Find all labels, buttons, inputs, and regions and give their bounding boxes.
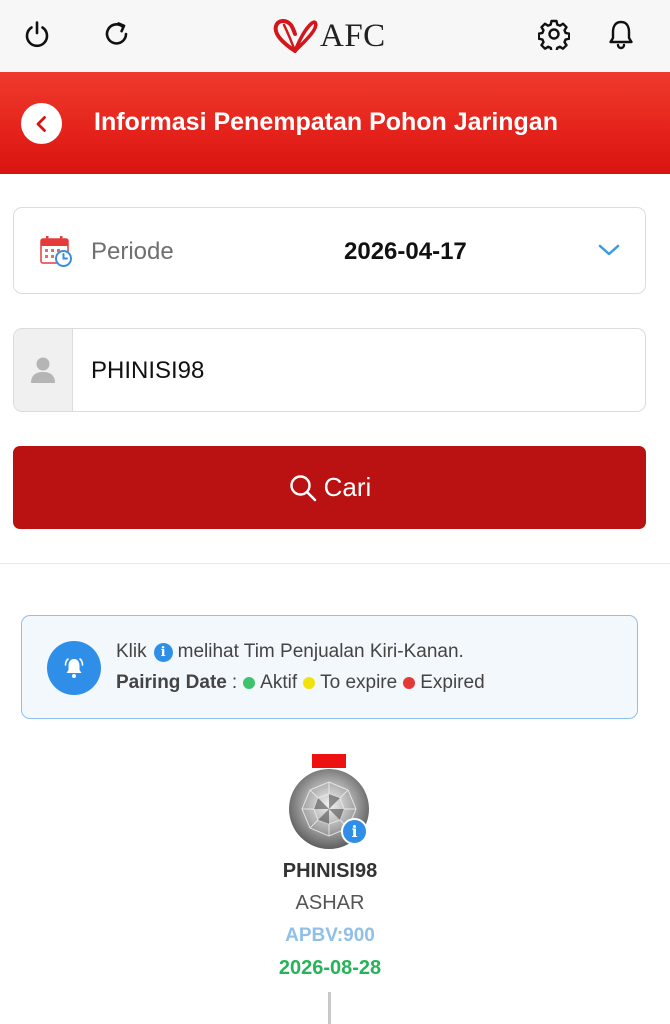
user-id-input[interactable] <box>91 357 591 385</box>
pairing-label: Pairing Date <box>116 672 227 693</box>
top-bar: AFC <box>0 0 670 72</box>
tree-connector-line <box>328 992 331 1024</box>
bell-icon[interactable] <box>601 14 641 54</box>
logo-text: AFC <box>320 17 386 54</box>
legend-label-expired: Expired <box>420 672 485 693</box>
settings-icon[interactable] <box>534 14 574 54</box>
user-addon <box>14 329 73 411</box>
periode-label: Periode <box>91 238 174 265</box>
info-icon: i <box>153 642 173 662</box>
node-pairing-date: 2026-08-28 <box>278 957 382 979</box>
node-member-id: PHINISI98 <box>282 860 378 882</box>
legend-dot-to-expire <box>303 677 316 689</box>
legend-dot-active <box>243 677 256 689</box>
periode-value[interactable]: 2026-04-17 <box>344 238 467 266</box>
page-title: Informasi Penempatan Pohon Jaringan <box>94 108 558 136</box>
back-button[interactable] <box>21 103 62 144</box>
info-line-1: Klik i melihat Tim Penjualan Kiri-Kanan. <box>116 641 464 663</box>
afc-logo: AFC <box>272 14 386 58</box>
alert-bell-icon <box>47 641 101 695</box>
calendar-icon <box>40 236 72 267</box>
divider <box>0 563 670 564</box>
legend-dot-expired <box>403 677 416 689</box>
page-header: Informasi Penempatan Pohon Jaringan <box>0 72 670 174</box>
search-button-label: Cari <box>323 472 372 502</box>
pairing-legend: Pairing Date : Aktif To expire Expired <box>116 672 485 694</box>
search-button[interactable]: Cari <box>13 446 646 529</box>
pairing-separator: : <box>231 672 238 693</box>
power-icon[interactable] <box>17 14 57 54</box>
chevron-down-icon[interactable] <box>597 241 621 259</box>
node-info-icon[interactable]: i <box>341 818 368 845</box>
user-icon <box>31 357 55 383</box>
info-prefix: Klik <box>116 641 147 662</box>
node-member-name: ASHAR <box>295 892 365 914</box>
flag-icon <box>312 754 346 768</box>
afc-logo-mark <box>273 19 318 53</box>
user-id-field <box>13 328 646 412</box>
legend-label-active: Aktif <box>260 672 298 693</box>
refresh-icon[interactable] <box>97 14 137 54</box>
legend-label-to-expire: To expire <box>320 672 398 693</box>
periode-select[interactable]: Periode 2026-04-17 <box>13 207 646 294</box>
info-suffix: melihat Tim Penjualan Kiri-Kanan. <box>177 641 464 662</box>
info-box: Klik i melihat Tim Penjualan Kiri-Kanan.… <box>21 615 638 719</box>
search-icon <box>289 474 316 501</box>
chevron-left-icon <box>36 115 46 132</box>
node-apbv: APBV:900 <box>285 925 375 946</box>
